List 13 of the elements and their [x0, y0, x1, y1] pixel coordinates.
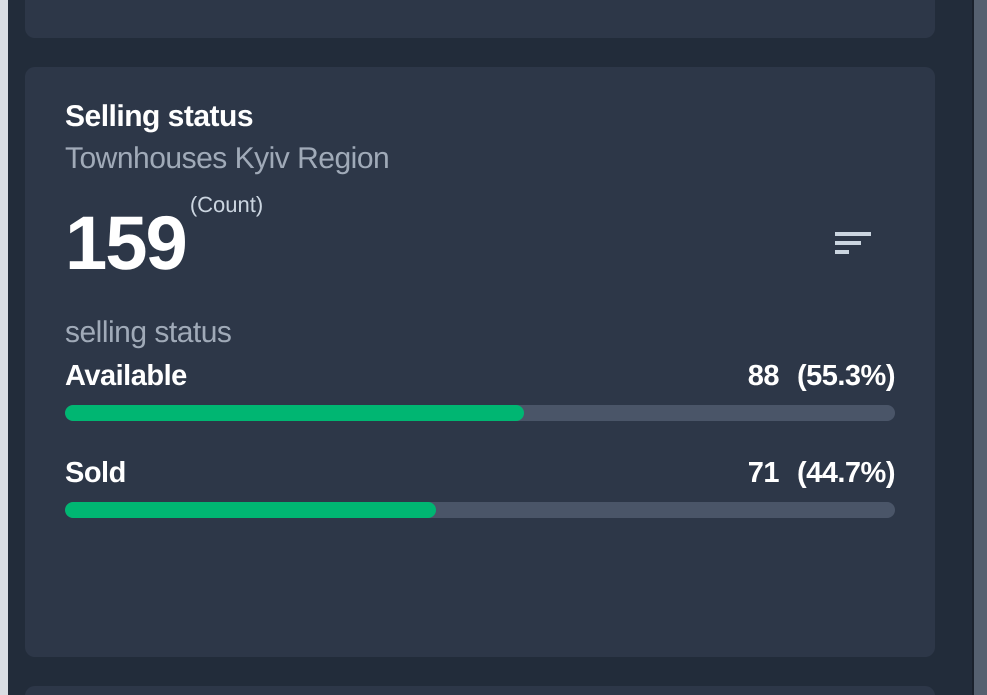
status-percent: (55.3%): [796, 360, 895, 393]
card-title: Selling status: [65, 100, 254, 134]
metric-label: selling status: [65, 316, 232, 350]
unit-label: (Count): [190, 192, 264, 218]
status-percent: (44.7%): [796, 457, 895, 490]
card-subtitle: Townhouses Kyiv Region: [65, 142, 390, 176]
status-label: Sold: [65, 457, 126, 490]
status-label: Available: [65, 360, 187, 393]
status-count: 71: [748, 457, 779, 490]
status-count: 88: [748, 360, 779, 393]
total-count: 159: [65, 206, 186, 282]
scrollbar[interactable]: [974, 0, 987, 695]
sort-icon[interactable]: [835, 232, 871, 256]
